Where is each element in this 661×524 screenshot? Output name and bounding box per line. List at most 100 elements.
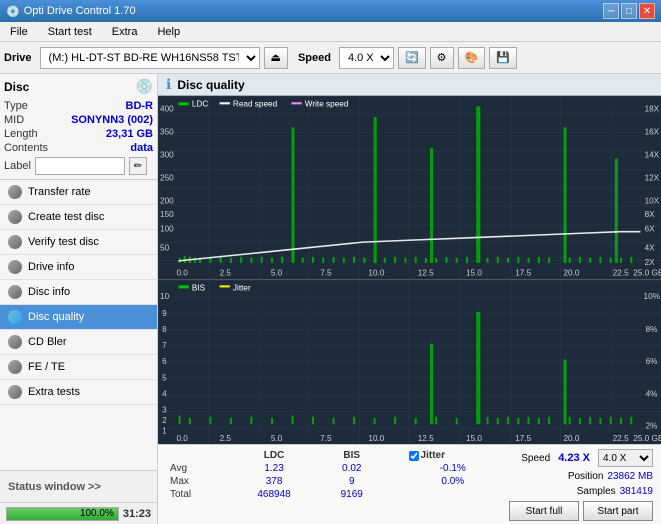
samples-value: 381419: [620, 486, 653, 497]
svg-text:8%: 8%: [646, 323, 658, 333]
svg-text:2X: 2X: [645, 258, 656, 267]
save-button[interactable]: 💾: [489, 47, 517, 69]
svg-text:10: 10: [160, 291, 169, 301]
nav-verify-test-disc[interactable]: Verify test disc: [0, 230, 157, 255]
svg-text:2: 2: [162, 415, 167, 425]
svg-text:4X: 4X: [645, 243, 656, 252]
svg-text:2.5: 2.5: [220, 268, 232, 277]
max-ldc: 378: [229, 475, 319, 488]
avg-jitter: -0.1%: [405, 462, 501, 475]
speed-info: Speed 4.23 X 4.0 X: [521, 449, 653, 467]
menu-help[interactable]: Help: [151, 24, 186, 40]
svg-text:7.5: 7.5: [320, 433, 332, 443]
menu-file[interactable]: File: [4, 24, 34, 40]
svg-text:22.5: 22.5: [613, 433, 629, 443]
svg-text:25.0 GB: 25.0 GB: [633, 433, 661, 443]
disc-panel: Disc 💿 Type BD-R MID SONYNN3 (002) Lengt…: [0, 74, 157, 180]
verify-test-disc-icon: [8, 235, 22, 249]
action-buttons: Start full Start part: [509, 501, 653, 521]
dq-title: Disc quality: [177, 78, 244, 92]
contents-value: data: [130, 142, 153, 154]
nav-verify-test-disc-label: Verify test disc: [28, 236, 99, 248]
charts-area: 400 350 300 250 200 150 100 50 18X 16X 1…: [158, 96, 661, 444]
total-ldc: 468948: [229, 488, 319, 501]
title-bar: 💿 Opti Drive Control 1.70 ─ □ ✕: [0, 0, 661, 22]
close-button[interactable]: ✕: [639, 3, 655, 19]
config-button2[interactable]: 🎨: [458, 47, 486, 69]
progress-area: 100.0% 31:23: [0, 502, 157, 524]
nav-create-test-disc[interactable]: Create test disc: [0, 205, 157, 230]
start-full-button[interactable]: Start full: [509, 501, 579, 521]
stats-right: Speed 4.23 X 4.0 X Position 23862 MB Sam…: [509, 449, 653, 520]
nav-disc-quality-label: Disc quality: [28, 311, 84, 323]
svg-text:150: 150: [160, 210, 174, 219]
drive-label: Drive: [4, 52, 32, 64]
progress-text: 100.0%: [80, 508, 114, 520]
label-input[interactable]: [35, 157, 125, 175]
svg-text:2.5: 2.5: [220, 433, 232, 443]
position-info: Position 23862 MB: [568, 471, 653, 482]
speed-info-label: Speed: [521, 453, 550, 464]
svg-text:10.0: 10.0: [368, 268, 384, 277]
chart1-svg: 400 350 300 250 200 150 100 50 18X 16X 1…: [158, 96, 661, 279]
chart1-container: 400 350 300 250 200 150 100 50 18X 16X 1…: [158, 96, 661, 280]
svg-text:12.5: 12.5: [418, 268, 434, 277]
label-edit-button[interactable]: ✏: [129, 157, 147, 175]
nav-disc-quality[interactable]: Disc quality: [0, 305, 157, 330]
svg-text:3: 3: [162, 404, 167, 414]
contents-label: Contents: [4, 142, 48, 154]
eject-button[interactable]: ⏏: [264, 47, 288, 69]
menu-start-test[interactable]: Start test: [42, 24, 98, 40]
nav-cd-bler[interactable]: CD Bler: [0, 330, 157, 355]
svg-text:Read speed: Read speed: [233, 99, 278, 108]
maximize-button[interactable]: □: [621, 3, 637, 19]
speed-selector2[interactable]: 4.0 X: [598, 449, 653, 467]
refresh-button[interactable]: 🔄: [398, 47, 426, 69]
nav-extra-tests[interactable]: Extra tests: [0, 380, 157, 405]
nav-fe-te-label: FE / TE: [28, 361, 65, 373]
toolbar: Drive (M:) HL-DT-ST BD-RE WH16NS58 TST4 …: [0, 42, 661, 74]
total-label: Total: [166, 488, 229, 501]
time-display: 31:23: [123, 508, 151, 520]
disc-icon: 💿: [136, 78, 153, 95]
nav-fe-te[interactable]: FE / TE: [0, 355, 157, 380]
nav-drive-info-label: Drive info: [28, 261, 74, 273]
nav-cd-bler-label: CD Bler: [28, 336, 67, 348]
status-window-button[interactable]: Status window >>: [8, 481, 101, 493]
menu-extra[interactable]: Extra: [106, 24, 144, 40]
svg-text:10%: 10%: [644, 291, 661, 301]
svg-text:18X: 18X: [645, 105, 660, 114]
samples-info: Samples 381419: [577, 486, 653, 497]
svg-text:6X: 6X: [645, 225, 656, 234]
transfer-rate-icon: [8, 185, 22, 199]
position-label: Position: [568, 471, 604, 482]
speed-selector[interactable]: 4.0 X: [339, 47, 394, 69]
svg-text:17.5: 17.5: [515, 268, 531, 277]
title-bar-controls: ─ □ ✕: [603, 3, 655, 19]
config-button1[interactable]: ⚙: [430, 47, 454, 69]
minimize-button[interactable]: ─: [603, 3, 619, 19]
speed-info-value: 4.23 X: [558, 452, 590, 464]
svg-text:Jitter: Jitter: [233, 282, 251, 292]
nav-disc-info[interactable]: Disc info: [0, 280, 157, 305]
app-icon: 💿: [6, 5, 20, 18]
svg-text:8: 8: [162, 323, 167, 333]
svg-text:12.5: 12.5: [418, 433, 434, 443]
svg-text:22.5: 22.5: [613, 268, 629, 277]
content-area: ℹ Disc quality 400: [158, 74, 661, 524]
nav-drive-info[interactable]: Drive info: [0, 255, 157, 280]
start-part-button[interactable]: Start part: [583, 501, 653, 521]
nav-transfer-rate[interactable]: Transfer rate: [0, 180, 157, 205]
svg-text:0.0: 0.0: [176, 268, 188, 277]
avg-ldc: 1.23: [229, 462, 319, 475]
svg-text:350: 350: [160, 128, 174, 137]
max-jitter: 0.0%: [405, 475, 501, 488]
drive-info-icon: [8, 260, 22, 274]
svg-text:15.0: 15.0: [466, 268, 482, 277]
drive-selector[interactable]: (M:) HL-DT-ST BD-RE WH16NS58 TST4: [40, 47, 260, 69]
chart2-svg: 10 9 8 7 6 5 4 3 2 1 10% 8% 6% 4% 2%: [158, 280, 661, 444]
sidebar: Disc 💿 Type BD-R MID SONYNN3 (002) Lengt…: [0, 74, 158, 524]
jitter-checkbox[interactable]: [409, 451, 419, 461]
svg-text:5.0: 5.0: [271, 268, 283, 277]
status-bar-area: Status window >>: [0, 470, 157, 502]
